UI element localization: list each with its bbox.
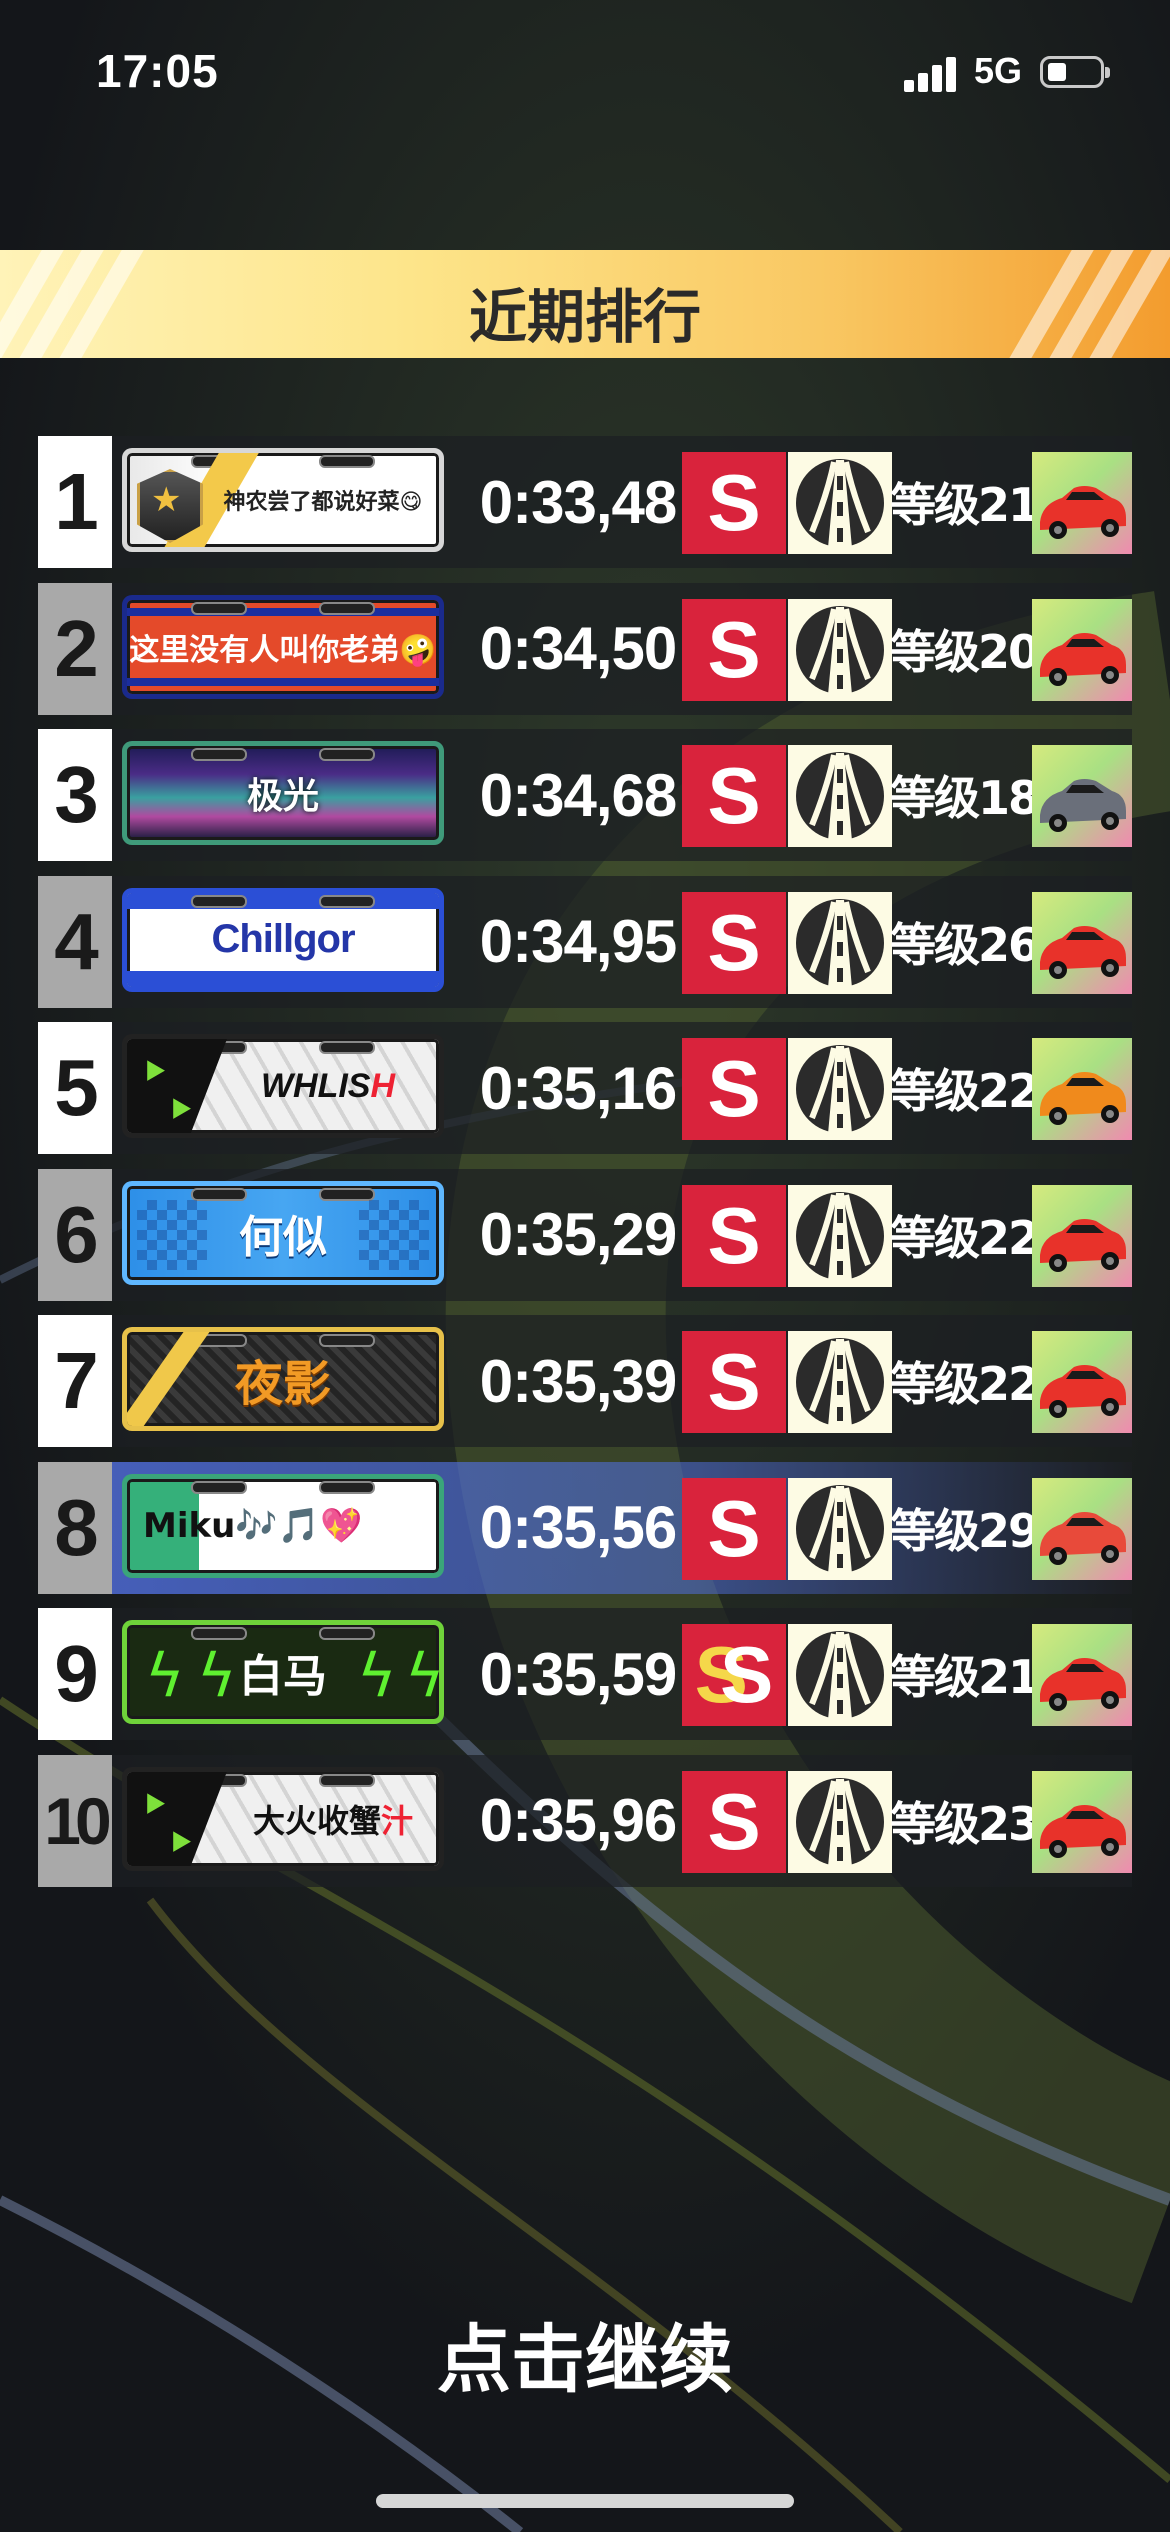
s-grade-icon: S — [682, 745, 786, 847]
rank-number: 7 — [38, 1315, 112, 1447]
player-name-main: WHLIS — [260, 1066, 371, 1105]
home-indicator — [376, 2494, 794, 2508]
lap-time: 0:34,68 — [479, 761, 678, 829]
rank-number: 4 — [38, 875, 112, 1008]
title-banner: 近期排行 — [0, 250, 1170, 358]
road-icon — [788, 891, 892, 994]
cellular-signal-icon — [904, 56, 960, 92]
lap-time: 0:35,39 — [479, 1347, 678, 1415]
player-name-main: 大火收蟹 — [252, 1801, 381, 1840]
road-icon — [788, 1184, 892, 1287]
s-grade-icon: S — [682, 1770, 786, 1873]
leaderboard-row: 1 ★ 神农尝了都说好菜😋 0:33,48 S 等级21 — [38, 436, 1132, 568]
car-thumbnail[interactable] — [1032, 745, 1132, 847]
rank-number: 3 — [38, 729, 112, 861]
player-name: 夜影 — [234, 1356, 331, 1412]
rank-number: 1 — [38, 436, 112, 568]
player-name: Miku🎶🎵💖 — [143, 1505, 363, 1546]
name-plate[interactable]: 何似 — [122, 1180, 444, 1285]
car-thumbnail[interactable] — [1032, 1770, 1132, 1873]
leaderboard-row: 9 ϟ ϟ ϟ ϟ 白马 0:35,59 S S 等级21 — [38, 1608, 1132, 1740]
s-grade-icon: S — [682, 1038, 786, 1140]
road-icon — [788, 1038, 892, 1140]
car-thumbnail[interactable] — [1032, 1331, 1132, 1433]
road-icon — [788, 1770, 892, 1873]
player-name: Chillgor — [211, 917, 355, 961]
player-name-accent: H — [370, 1066, 396, 1105]
battery-icon — [1040, 56, 1110, 88]
tap-to-continue[interactable]: 点击继续 — [0, 2300, 1170, 2407]
lap-time: 0:35,96 — [479, 1787, 678, 1854]
s-grade-icon: S — [682, 1477, 786, 1580]
lap-time: 0:34,50 — [479, 615, 678, 682]
page-title: 近期排行 — [468, 283, 701, 351]
leaderboard-row: 2 这里没有人叫你老弟🤪 0:34,50 S 等级20 — [38, 582, 1132, 715]
car-thumbnail[interactable] — [1032, 452, 1132, 554]
car-thumbnail[interactable] — [1032, 598, 1132, 701]
rank-number: 9 — [38, 1608, 112, 1740]
leaderboard-row: 7 夜影 0:35,39 S 等级22 — [38, 1315, 1132, 1447]
lap-time: 0:34,95 — [479, 908, 678, 975]
lap-time: 0:35,16 — [479, 1054, 678, 1122]
rank-number: 2 — [38, 582, 112, 715]
lap-time: 0:33,48 — [479, 468, 678, 536]
leaderboard-row: 6 何似 0:35,29 S 等级22 — [38, 1168, 1132, 1301]
car-thumbnail[interactable] — [1032, 1624, 1132, 1726]
network-type: 5G — [974, 50, 1023, 91]
rank-number: 10 — [38, 1754, 112, 1887]
road-icon — [788, 1331, 892, 1433]
road-icon — [788, 1477, 892, 1580]
car-thumbnail[interactable] — [1032, 1477, 1132, 1580]
leaderboard-row: 5 ⯈ ⯈ WHLIS H 0:35,16 S 等级22 — [38, 1022, 1132, 1154]
car-thumbnail[interactable] — [1032, 1184, 1132, 1287]
leaderboard-row: 8 Miku🎶🎵💖 0:35,56 S 等级29 — [38, 1461, 1132, 1594]
grade-letter: S — [720, 1630, 774, 1719]
player-name: 这里没有人叫你老弟🤪 — [129, 632, 437, 668]
player-name: WHLIS H — [127, 1039, 439, 1133]
lap-time: 0:35,56 — [479, 1494, 678, 1561]
road-icon — [788, 1624, 892, 1726]
name-plate[interactable]: ⯈ ⯈ WHLIS H — [122, 1034, 444, 1138]
name-plate[interactable]: ϟ ϟ ϟ ϟ 白马 — [122, 1620, 444, 1724]
rank-number: 8 — [38, 1461, 112, 1594]
name-plate[interactable]: 这里没有人叫你老弟🤪 — [122, 594, 444, 699]
rank-number: 5 — [38, 1022, 112, 1154]
car-thumbnail[interactable] — [1032, 1038, 1132, 1140]
leaderboard-row: 10 ⯈ ⯈ 大火收蟹汁 0:35,96 S 等级23 — [38, 1754, 1132, 1887]
status-bar: 17:05 5G — [0, 0, 1170, 150]
lap-time: 0:35,29 — [479, 1201, 678, 1268]
leaderboard-row: 3 极光 0:34,68 S 等级18 — [38, 729, 1132, 861]
player-name: 大火收蟹汁 — [127, 1772, 439, 1866]
road-icon — [788, 598, 892, 701]
name-plate[interactable]: 夜影 — [122, 1327, 444, 1431]
s-grade-icon: S — [682, 1331, 786, 1433]
lap-time: 0:35,59 — [479, 1640, 678, 1708]
name-plate[interactable]: ★ 神农尝了都说好菜😋 — [122, 448, 444, 552]
leaderboard-row: 4 Chillgor 0:34,95 S 等级26 — [38, 875, 1132, 1008]
road-icon — [788, 745, 892, 847]
s-grade-icon: SS — [682, 1624, 786, 1726]
name-plate[interactable]: 极光 — [122, 741, 444, 845]
player-name: 白马 — [239, 1651, 327, 1702]
name-plate[interactable]: Chillgor — [122, 887, 444, 992]
player-name: 何似 — [239, 1211, 327, 1263]
road-icon — [788, 452, 892, 554]
player-name: 极光 — [246, 776, 319, 817]
s-grade-icon: S — [682, 1184, 786, 1287]
name-plate[interactable]: ⯈ ⯈ 大火收蟹汁 — [122, 1766, 444, 1871]
name-plate[interactable]: Miku🎶🎵💖 — [122, 1473, 444, 1578]
rank-number: 6 — [38, 1168, 112, 1301]
s-grade-icon: S — [682, 598, 786, 701]
s-grade-icon: S — [682, 452, 786, 554]
car-thumbnail[interactable] — [1032, 891, 1132, 994]
player-name: 神农尝了都说好菜😋 — [223, 490, 423, 515]
s-grade-icon: S — [682, 891, 786, 994]
status-time: 17:05 — [96, 45, 219, 97]
player-name-accent: 汁 — [381, 1801, 414, 1840]
